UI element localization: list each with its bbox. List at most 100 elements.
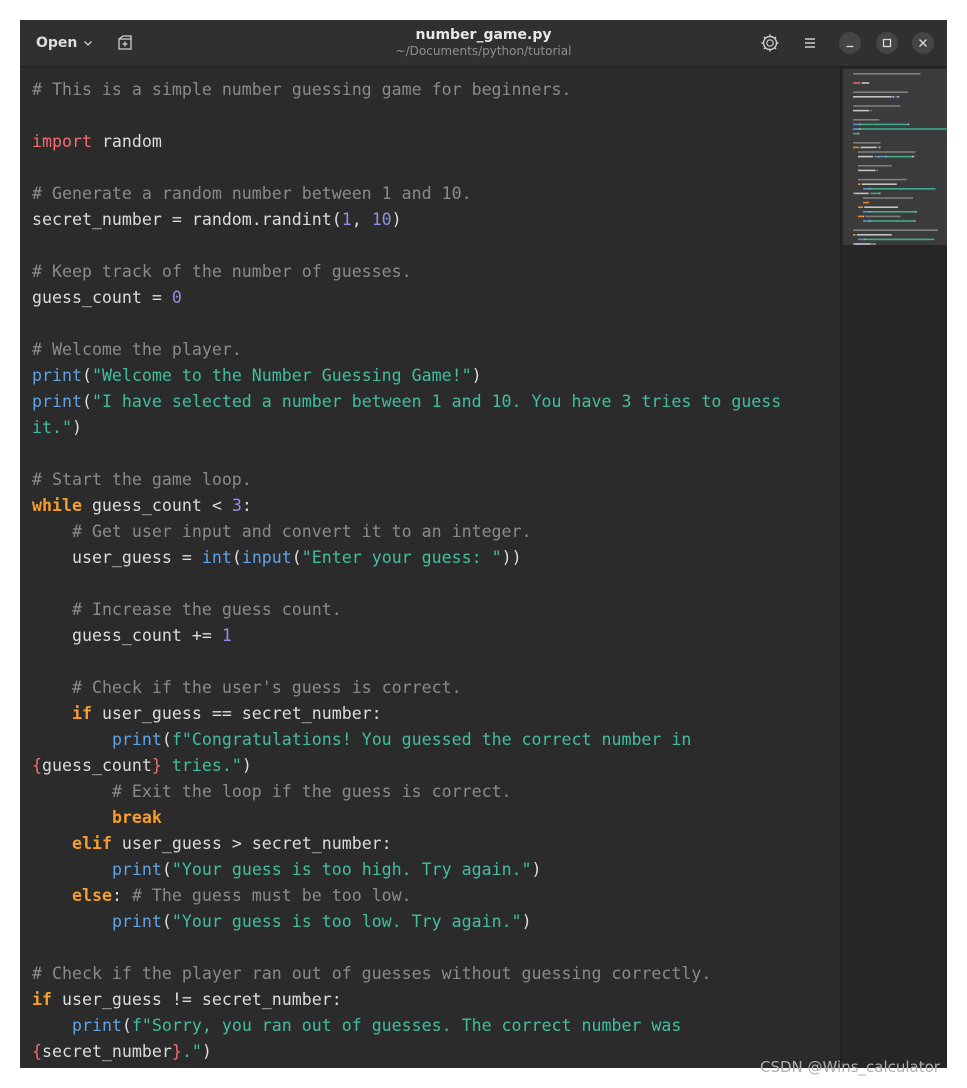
window-title-area: number_game.py ~/Documents/python/tutori…: [320, 26, 647, 59]
minimap-token: [863, 201, 870, 204]
code-line: break: [32, 805, 781, 831]
code-token: ): [201, 1042, 212, 1061]
minimap-token: [870, 243, 872, 245]
minimap-token: [914, 220, 916, 222]
code-token: if: [32, 990, 52, 1009]
code-token: ,: [351, 210, 372, 229]
minimap[interactable]: [840, 67, 947, 1068]
minimap-token: [860, 128, 947, 130]
code-text[interactable]: # This is a simple number guessing game …: [32, 77, 781, 1065]
minimap-token: [853, 119, 880, 121]
code-token: # The guess must be too low.: [131, 886, 412, 905]
code-token: ): [531, 860, 542, 879]
code-token: "I have selected a number between 1 and …: [91, 392, 782, 411]
minimap-token: [868, 192, 870, 195]
code-line: print("I have selected a number between …: [32, 389, 781, 415]
code-line: guess_count = 0: [32, 285, 781, 311]
code-token: guess_count: [42, 756, 152, 775]
hamburger-menu-icon[interactable]: [798, 31, 822, 55]
minimap-token: [859, 123, 861, 126]
code-line: else: # The guess must be too low.: [32, 883, 781, 909]
minimap-token: [876, 169, 878, 172]
code-token: (: [231, 548, 242, 567]
window-subtitle: ~/Documents/python/tutorial: [395, 44, 572, 58]
code-token: it.": [32, 418, 72, 437]
minimap-token: [853, 146, 860, 149]
code-line: # Check if the user's guess is correct.: [32, 675, 781, 701]
gear-icon[interactable]: [758, 31, 782, 55]
code-token: input: [241, 548, 292, 567]
code-token: secret_number = random.randint(: [32, 210, 342, 229]
minimap-token: [853, 82, 861, 84]
code-line: # Welcome the player.: [32, 337, 781, 363]
minimap-token: [879, 192, 881, 195]
code-token: 1: [341, 210, 352, 229]
code-token: (: [161, 860, 172, 879]
code-token: user_guess == secret_number:: [91, 704, 382, 723]
code-token: # Welcome the player.: [32, 340, 242, 359]
close-button[interactable]: [912, 32, 934, 54]
code-token: :: [111, 886, 132, 905]
close-icon: [919, 39, 927, 47]
minimap-token: [858, 151, 916, 153]
minimap-token: [870, 109, 872, 112]
minimap-token: [864, 238, 866, 241]
code-line: # Get user input and convert it to an in…: [32, 519, 781, 545]
code-line: user_guess = int(input("Enter your guess…: [32, 545, 781, 571]
code-token: }: [171, 1042, 182, 1061]
code-token: .": [181, 1042, 202, 1061]
minimap-token: [863, 220, 870, 222]
code-token: # Check if the user's guess is correct.: [71, 678, 462, 697]
open-button[interactable]: Open: [30, 29, 99, 57]
code-token: f"Congratulations! You guessed the corre…: [171, 730, 692, 749]
minimap-token: [863, 197, 913, 199]
maximize-button[interactable]: [876, 32, 898, 54]
minimap-token: [879, 155, 886, 158]
watermark: CSDN @Wins_calculator: [760, 1058, 940, 1076]
code-token: print: [111, 912, 162, 931]
code-token: "Welcome to the Number Guessing Game!": [91, 366, 472, 385]
code-line: # Check if the player ran out of guesses…: [32, 961, 781, 987]
code-token: # Get user input and convert it to an in…: [71, 522, 532, 541]
minimap-token: [858, 206, 863, 208]
minimize-button[interactable]: [839, 32, 861, 54]
minimap-token: [853, 132, 858, 135]
code-token: print: [32, 392, 82, 411]
code-token: print: [111, 730, 162, 749]
code-token: "Your guess is too high. Try again.": [171, 860, 532, 879]
code-token: # This is a simple number guessing game …: [32, 80, 572, 99]
minimap-token: [853, 73, 921, 75]
minimap-token: [885, 155, 887, 158]
code-line: print("Your guess is too low. Try again.…: [32, 909, 781, 935]
minimap-token: [853, 109, 870, 112]
code-editor[interactable]: # This is a simple number guessing game …: [20, 67, 840, 1068]
code-token: import: [32, 132, 92, 151]
code-token: {: [32, 1042, 42, 1061]
minimap-token: [858, 155, 873, 158]
code-token: (: [121, 1016, 132, 1035]
minimap-token: [870, 211, 916, 213]
minimap-token: [853, 243, 855, 245]
code-line: # Increase the guess count.: [32, 597, 781, 623]
new-tab-icon[interactable]: [114, 32, 136, 54]
open-button-label: Open: [36, 35, 78, 51]
code-token: elif: [71, 834, 112, 853]
code-token: 3: [231, 496, 242, 515]
code-token: # Start the game loop.: [32, 470, 252, 489]
minimap-token: [911, 155, 915, 158]
code-token: ): [71, 418, 82, 437]
minimap-token: [879, 146, 881, 149]
code-line: # Keep track of the number of guesses.: [32, 259, 781, 285]
code-line: import random: [32, 129, 781, 155]
header-bar: Open number_game.py ~/Documents/python/t…: [20, 20, 947, 67]
minimize-icon: [846, 45, 854, 48]
code-line: # Exit the loop if the guess is correct.: [32, 779, 781, 805]
